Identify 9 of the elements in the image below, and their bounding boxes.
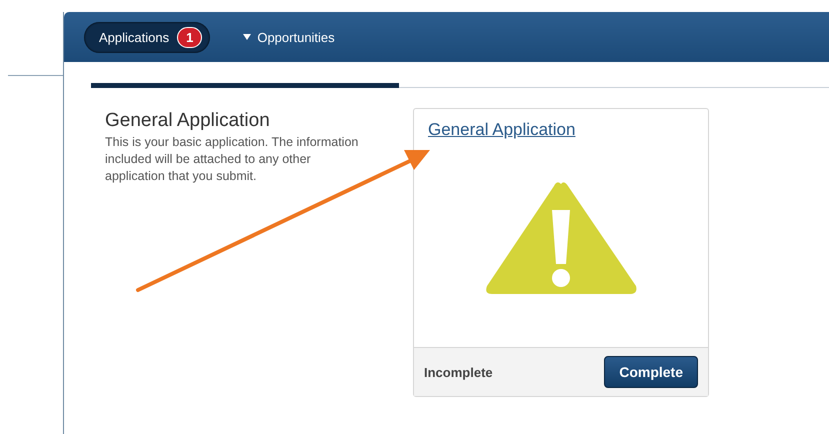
count-badge: 1 xyxy=(177,26,202,48)
section-description: This is your basic application. The information included will be attached to any other application that you submit. xyxy=(105,134,360,185)
status-label: Incomplete xyxy=(424,364,493,380)
caret-icon xyxy=(243,34,252,40)
section-title: General Application xyxy=(105,110,271,132)
nav-tab[interactable]: Applications 1 xyxy=(84,22,210,52)
complete-button[interactable]: Complete xyxy=(604,356,698,388)
application-link[interactable]: General Application xyxy=(428,120,576,140)
nav-tab[interactable]: Opportunities xyxy=(228,24,343,50)
